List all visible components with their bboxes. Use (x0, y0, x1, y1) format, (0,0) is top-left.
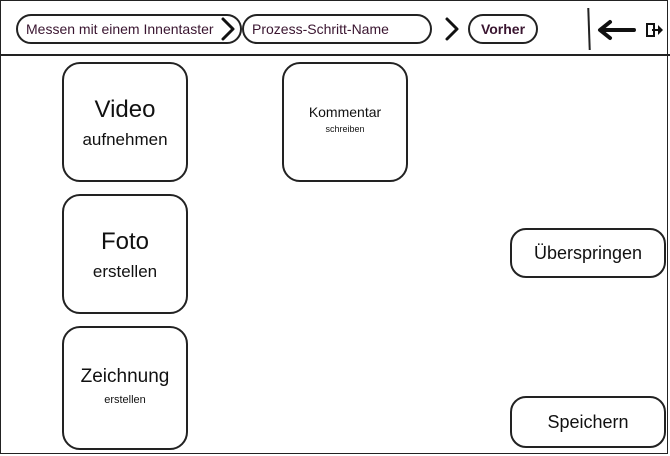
save-button[interactable]: Speichern (510, 396, 666, 448)
create-drawing-button[interactable]: Zeichnung erstellen (62, 326, 188, 450)
breadcrumb-item-label: Vorher (480, 21, 526, 37)
breadcrumb-item-label: Prozess-Schritt-Name (252, 21, 389, 37)
top-navigation-bar: Messen mit einem Innentaster Prozess-Sch… (0, 0, 670, 56)
save-button-label: Speichern (547, 412, 629, 432)
tile-subtitle: erstellen (92, 262, 158, 281)
tile-subtitle: aufnehmen (82, 130, 168, 149)
chevron-right-icon (445, 17, 459, 41)
arrow-left-icon[interactable] (596, 18, 636, 42)
toolbar-divider (587, 7, 591, 51)
exit-icon[interactable] (646, 22, 664, 38)
skip-button-label: Überspringen (533, 243, 643, 263)
write-comment-button[interactable]: Kommentar schreiben (282, 62, 408, 182)
skip-button[interactable]: Überspringen (510, 228, 666, 278)
tile-title: Kommentar (308, 104, 382, 120)
tile-subtitle: schreiben (325, 124, 365, 134)
take-photo-button[interactable]: Foto erstellen (62, 194, 188, 314)
tile-subtitle: erstellen (104, 394, 146, 406)
chevron-right-icon (221, 17, 235, 41)
tile-title: Foto (100, 228, 150, 255)
breadcrumb-item-task[interactable]: Messen mit einem Innentaster (16, 14, 242, 44)
tile-title: Video (94, 96, 156, 123)
breadcrumb-item-label: Messen mit einem Innentaster (26, 21, 214, 37)
tile-title: Zeichnung (80, 366, 170, 387)
record-video-button[interactable]: Video aufnehmen (62, 62, 188, 182)
breadcrumb-item-step[interactable]: Prozess-Schritt-Name (242, 14, 432, 44)
breadcrumb-item-phase[interactable]: Vorher (468, 14, 538, 44)
